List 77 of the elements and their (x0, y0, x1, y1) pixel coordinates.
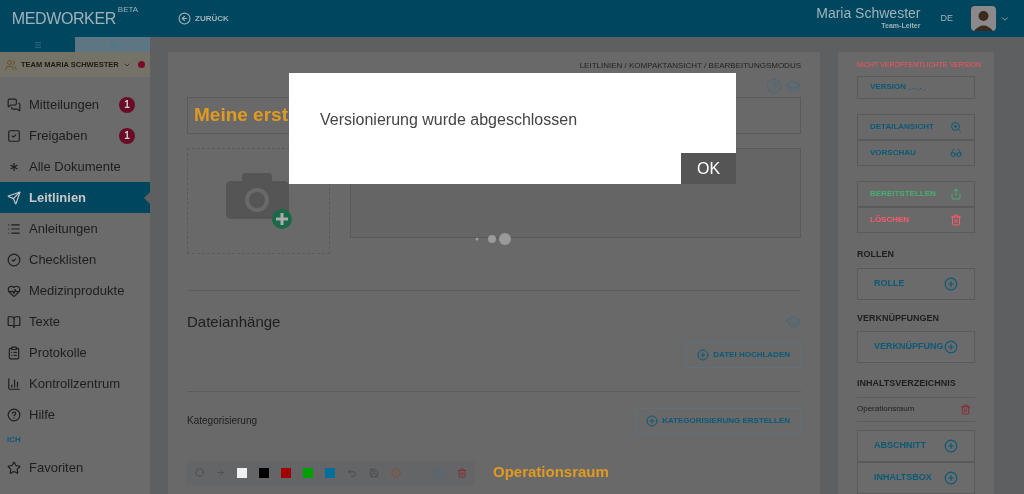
settings-icon (108, 40, 117, 49)
section-label: ICH (6, 434, 22, 446)
toc-item[interactable]: Operationsraum (857, 403, 915, 416)
users-icon (5, 58, 17, 71)
color-swatch[interactable] (303, 467, 313, 478)
list-icon (7, 221, 21, 236)
help-icon[interactable] (766, 78, 782, 94)
color-swatch[interactable] (237, 467, 247, 478)
sidebar-item[interactable]: Checklisten (0, 244, 150, 275)
back-button[interactable]: ZURÜCK (178, 12, 229, 25)
version-field: VERSION _._._ (857, 75, 975, 100)
help-icon (7, 407, 21, 422)
action-button[interactable]: LÖSCHEN (857, 207, 975, 234)
ok-button[interactable]: OK (681, 153, 736, 184)
camera-add-icon (225, 173, 292, 229)
user-name: Maria Schwester (816, 5, 921, 21)
glasses-icon (950, 147, 962, 160)
sidebar-item[interactable]: Favoriten (0, 452, 150, 483)
trash-icon (950, 214, 962, 227)
breadcrumb: LEITLINIEN / KOMPAKTANSICHT / BEARBEITUNGSMODUS (579, 60, 801, 72)
plus-icon (944, 439, 958, 453)
count-badge: 1 (119, 96, 135, 113)
loading-spinner-icon (475, 233, 511, 245)
sidebar-item[interactable]: Mitteilungen 1 (0, 89, 150, 120)
star-icon (7, 460, 21, 475)
color-swatch[interactable] (325, 467, 335, 478)
section-heading: Dateianhänge (187, 312, 281, 332)
panel-heading: INHALTSVERZEICHNIS (857, 377, 957, 391)
trash-icon[interactable] (960, 403, 971, 415)
send-icon (7, 190, 21, 205)
ban-icon[interactable] (391, 467, 401, 478)
undo-icon[interactable] (347, 467, 357, 478)
sidebar-item[interactable]: Leitlinien (0, 182, 150, 213)
color-swatch[interactable] (281, 467, 291, 478)
book-icon (7, 314, 21, 329)
plus-icon (944, 340, 958, 355)
share-icon (950, 188, 962, 201)
sidebar-item[interactable]: Texte (0, 306, 150, 337)
sidebar-item[interactable]: Freigaben 1 (0, 120, 150, 151)
plus-icon (646, 414, 659, 427)
menu-icon (33, 40, 42, 49)
count-badge: 1 (119, 127, 135, 144)
graduation-cap-icon[interactable] (785, 78, 801, 94)
panel-heading: VERKNÜPFUNGEN (857, 311, 940, 325)
sidebar-item[interactable]: Kontrollzentrum (0, 368, 150, 399)
arrow-tool-icon[interactable] (216, 468, 225, 477)
section-heading: Operationsraum (493, 462, 609, 483)
clipboard-icon (7, 345, 21, 360)
action-button[interactable]: BEREITSTELLEN (857, 181, 975, 208)
plus-icon (697, 348, 710, 361)
plus-icon (944, 276, 958, 291)
zoom-in-icon (950, 121, 962, 134)
selection-pointer-icon (144, 192, 150, 204)
heart-pulse-icon (7, 283, 21, 298)
avatar[interactable] (971, 6, 996, 31)
field-label: Kategorisierung (187, 414, 258, 428)
dialog-message: Versionierung wurde abgeschlossen (320, 110, 579, 130)
circle-tool-icon[interactable] (195, 468, 204, 477)
chat-icon (7, 97, 21, 112)
plus-icon (944, 471, 958, 485)
app-logo: MEDWORKER (11, 8, 116, 29)
bar-chart-icon (7, 376, 21, 391)
sidebar-item[interactable]: Alle Dokumente (0, 151, 150, 182)
beta-label: BETA (117, 3, 139, 16)
panel-heading: ROLLEN (857, 248, 895, 262)
sidebar-tab[interactable] (75, 37, 150, 52)
check-circle-icon (7, 252, 21, 267)
sidebar-item[interactable]: Hilfe (0, 399, 150, 430)
save-icon[interactable] (369, 467, 379, 478)
sidebar-item[interactable]: Protokolle (0, 337, 150, 368)
color-swatch[interactable] (259, 467, 269, 478)
trash-icon[interactable] (457, 467, 467, 478)
language-button[interactable]: DE (940, 11, 953, 26)
checkbox-icon (7, 128, 21, 143)
sidebar-tab[interactable] (0, 37, 75, 52)
sidebar-item[interactable]: Medizinprodukte (0, 275, 150, 306)
sidebar-item[interactable]: Anleitungen (0, 213, 150, 244)
